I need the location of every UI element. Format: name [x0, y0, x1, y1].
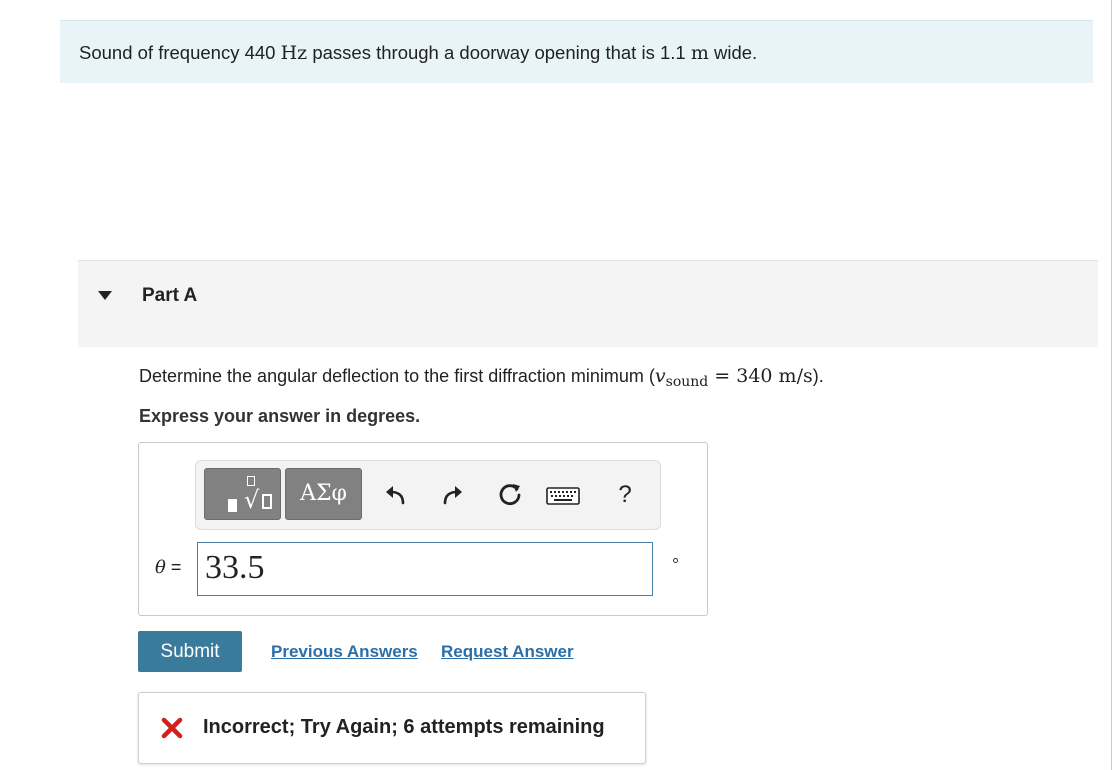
answer-value: 33.5: [205, 549, 265, 586]
undo-icon[interactable]: [383, 483, 407, 507]
greek-symbols-label: ΑΣφ: [300, 481, 347, 506]
keyboard-icon[interactable]: [546, 487, 580, 505]
question-text: Determine the angular deflection to the …: [139, 365, 824, 390]
problem-statement: Sound of frequency 440 Hz passes through…: [60, 20, 1093, 83]
submit-button[interactable]: Submit: [138, 631, 242, 672]
problem-text-before: Sound of frequency 440: [79, 42, 281, 63]
part-a-header[interactable]: Part A: [78, 260, 1098, 347]
velocity-value: = 340 m/s: [708, 365, 813, 387]
theta-symbol: θ: [155, 557, 166, 578]
sqrt-icon: √: [244, 486, 260, 514]
fraction-icon: [247, 476, 255, 486]
answer-panel: √ ΑΣφ ? θ = 33.5 °: [138, 442, 708, 616]
math-toolbar: √ ΑΣφ ?: [195, 460, 661, 530]
feedback-message: Incorrect; Try Again; 6 attempts remaini…: [203, 716, 605, 738]
question-text-after: ).: [812, 366, 824, 386]
problem-text-after: wide.: [708, 42, 758, 63]
reset-icon[interactable]: [496, 481, 524, 509]
answer-input[interactable]: 33.5: [197, 542, 653, 596]
collapse-caret-icon[interactable]: [98, 291, 112, 300]
velocity-subscript: sound: [665, 374, 709, 390]
feedback-box: Incorrect; Try Again; 6 attempts remaini…: [138, 692, 646, 764]
equals-sign: =: [165, 557, 182, 577]
template-block-icon: [228, 499, 237, 512]
request-answer-link[interactable]: Request Answer: [441, 642, 574, 662]
greek-symbols-button[interactable]: ΑΣφ: [285, 468, 362, 520]
incorrect-x-icon: [161, 717, 183, 739]
question-text-before: Determine the angular deflection to the …: [139, 366, 655, 386]
problem-text: Sound of frequency 440 Hz passes through…: [79, 42, 757, 64]
frequency-unit: Hz: [280, 42, 308, 64]
degree-unit: °: [672, 555, 680, 575]
templates-button[interactable]: √: [204, 468, 281, 520]
help-button[interactable]: ?: [614, 481, 636, 509]
previous-answers-link[interactable]: Previous Answers: [271, 642, 418, 662]
answer-instruction: Express your answer in degrees.: [139, 406, 421, 426]
problem-text-middle: passes through a doorway opening that is…: [307, 42, 691, 63]
part-title: Part A: [142, 285, 198, 306]
answer-variable-label: θ =: [155, 557, 181, 578]
width-unit: m: [690, 42, 709, 64]
sqrt-box-icon: [262, 494, 272, 509]
page-right-border: [1111, 0, 1112, 770]
velocity-symbol: v: [654, 365, 666, 387]
redo-icon[interactable]: [441, 483, 465, 507]
